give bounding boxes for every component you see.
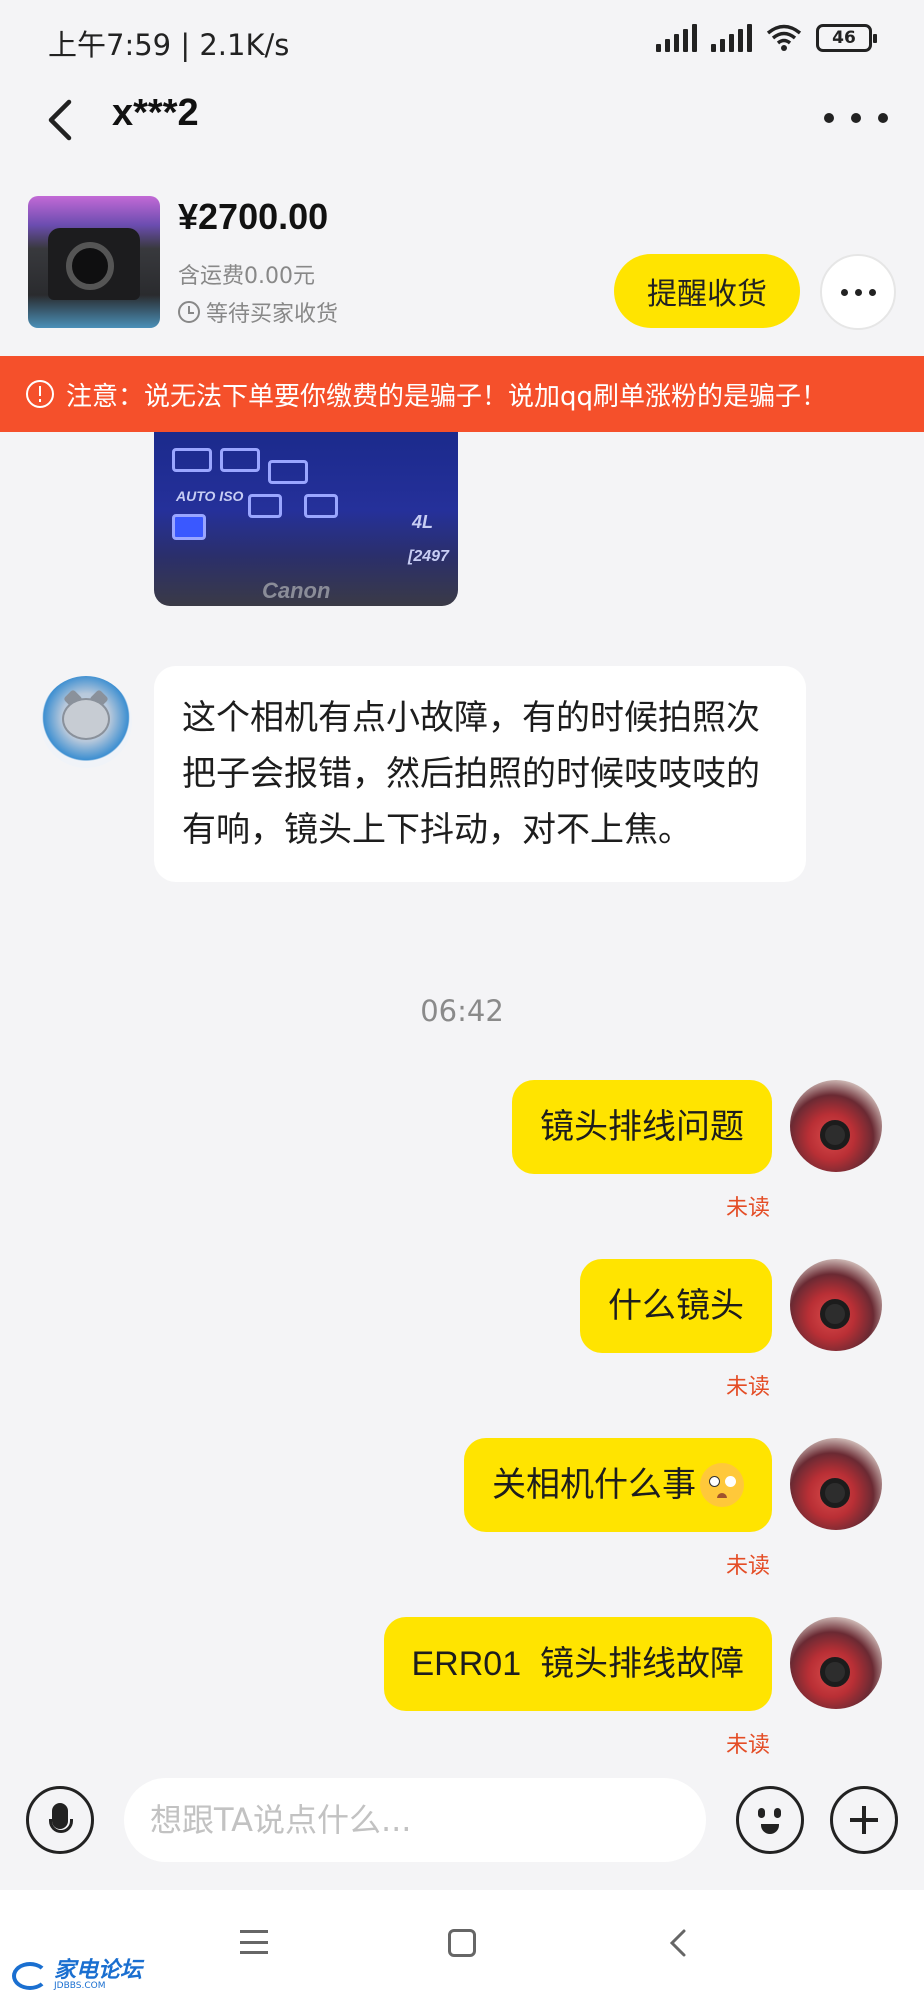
seal-face <box>62 698 110 740</box>
chat-image-message[interactable]: AUTO ISO 4L [2497 Canon <box>154 432 458 606</box>
outgoing-message: 什么镜头 <box>580 1259 772 1353</box>
signal-icon <box>656 24 697 52</box>
unread-label: 未读 <box>725 1375 770 1400</box>
remind-receipt-button[interactable]: 提醒收货 <box>614 254 800 328</box>
camera-lens <box>820 1478 850 1508</box>
status-time: 上午7:59 | 2.1K/s <box>48 28 290 62</box>
outgoing-message: 关相机什么事 <box>464 1438 772 1532</box>
network-speed: 2.1K/s <box>199 28 290 62</box>
message-input[interactable] <box>124 1778 706 1862</box>
unread-label: 未读 <box>725 1733 770 1758</box>
home-nav-icon[interactable] <box>448 1929 476 1957</box>
voice-input-button[interactable] <box>26 1786 94 1854</box>
camera-lens <box>820 1120 850 1150</box>
screen-icon <box>248 494 282 518</box>
back-button[interactable] <box>30 90 90 150</box>
clock-text: 上午7:59 <box>48 28 172 62</box>
microphone-stand <box>49 1819 73 1833</box>
sweat-smile-emoji-icon <box>700 1463 744 1507</box>
seller-avatar[interactable] <box>40 676 132 768</box>
screen-badge: 4L <box>412 512 434 532</box>
my-avatar[interactable] <box>790 1080 882 1172</box>
battery-icon: 46 <box>816 24 877 52</box>
emoji-button[interactable] <box>736 1786 804 1854</box>
alert-icon <box>26 380 54 408</box>
my-avatar[interactable] <box>790 1259 882 1351</box>
camera-lens <box>820 1657 850 1687</box>
screen-icon <box>268 460 308 484</box>
watermark-text: 家电论坛 <box>54 1958 143 1983</box>
signal-icon-2 <box>711 24 752 52</box>
screen-icon <box>220 448 260 472</box>
autoiso-label: AUTO ISO <box>176 488 244 504</box>
shipping-fee: 含运费0.00元 <box>178 264 315 289</box>
status-icons: 46 <box>656 24 877 52</box>
order-status: 等待买家收货 <box>178 296 338 328</box>
incoming-message: 这个相机有点小故障，有的时候拍照次把子会报错，然后拍照的时候吱吱吱的有响，镜头上… <box>154 666 806 882</box>
product-price: ¥2700.00 <box>178 196 329 237</box>
more-options-button[interactable] <box>824 98 888 138</box>
outgoing-message: 镜头排线问题 <box>512 1080 772 1174</box>
add-attachment-button[interactable] <box>830 1786 898 1854</box>
message-timestamp: 06:42 <box>420 994 504 1028</box>
status-bar: 上午7:59 | 2.1K/s 46 <box>0 0 924 80</box>
chat-title: x***2 <box>112 92 199 134</box>
warning-banner: 注意：说无法下单要你缴费的是骗子！说加qq刷单涨粉的是骗子！ <box>0 356 924 432</box>
camera-brand: Canon <box>262 578 331 603</box>
watermark-logo-icon <box>12 1961 48 1990</box>
screen-counter: [2497 <box>408 548 449 565</box>
forum-watermark: 家电论坛 JDBBS.COM <box>12 1960 142 1991</box>
menu-nav-icon[interactable] <box>240 1930 268 1954</box>
product-thumbnail[interactable] <box>28 196 160 328</box>
my-avatar[interactable] <box>790 1617 882 1709</box>
screen-icon <box>172 448 212 472</box>
clock-icon <box>178 301 200 323</box>
unread-label: 未读 <box>725 1196 770 1221</box>
product-more-button[interactable] <box>820 254 896 330</box>
lens-mount <box>66 242 114 290</box>
screen-icon <box>172 514 206 540</box>
camera-lens <box>820 1299 850 1329</box>
outgoing-message-text: 关相机什么事 <box>492 1465 696 1505</box>
order-status-text: 等待买家收货 <box>206 302 339 327</box>
warning-text: 注意：说无法下单要你缴费的是骗子！说加qq刷单涨粉的是骗子！ <box>66 381 828 412</box>
watermark-sub: JDBBS.COM <box>54 1981 106 1991</box>
back-nav-icon[interactable] <box>664 1928 694 1958</box>
unread-label: 未读 <box>725 1554 770 1579</box>
wifi-icon <box>766 24 802 51</box>
outgoing-message: ERR01 镜头排线故障 <box>383 1617 772 1711</box>
screen-icon <box>304 494 338 518</box>
chevron-left-icon <box>48 99 72 141</box>
my-avatar[interactable] <box>790 1438 882 1530</box>
